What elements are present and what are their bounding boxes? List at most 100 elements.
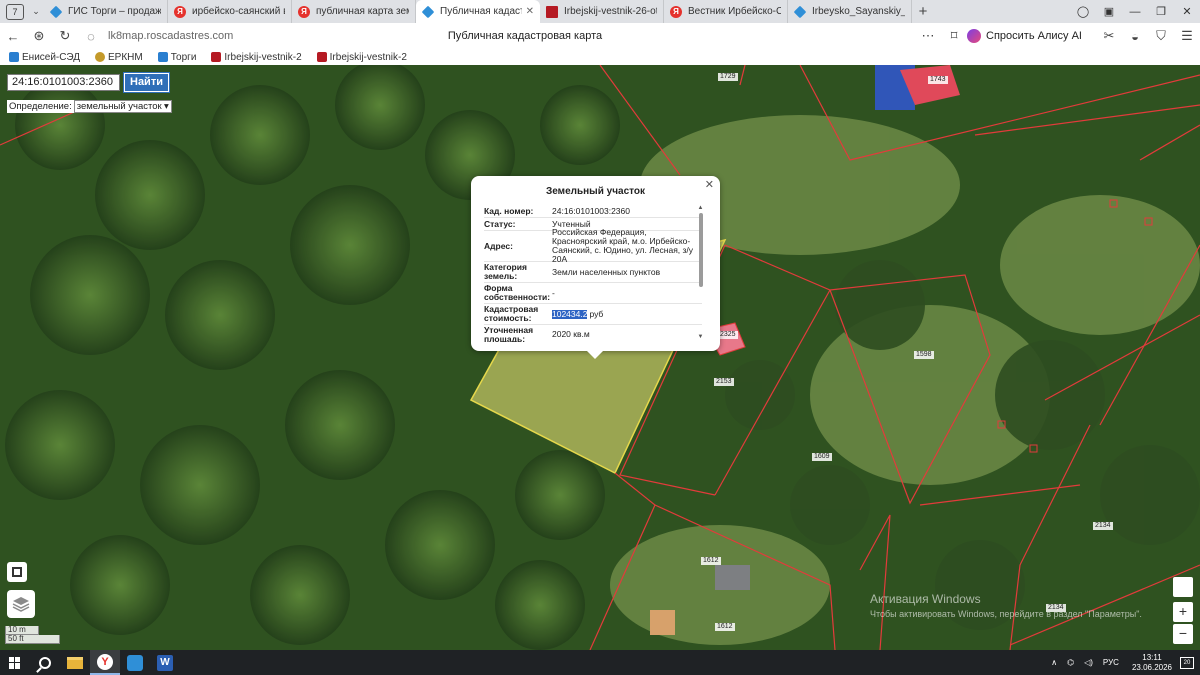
scale-bar: 10 m 50 ft (5, 626, 60, 644)
scroll-up-icon[interactable]: ▲ (697, 205, 704, 213)
browser-tab[interactable]: Irbejskij-vestnik-26-ot-26.0 (540, 0, 664, 23)
reload-icon[interactable]: ↻ (52, 28, 78, 44)
enisey-icon (9, 52, 19, 62)
scroll-down-icon[interactable]: ▼ (697, 334, 704, 342)
select-area-button[interactable] (7, 562, 27, 582)
zoom-in-button[interactable]: + (1173, 602, 1193, 622)
definition-label: Определение: (9, 101, 72, 112)
notifications-button[interactable]: 20 (1180, 656, 1194, 669)
bookmark-label: Irbejskij-vestnik-2 (329, 51, 407, 63)
tab-label: Вестник Ирбейско-Саянс (688, 6, 781, 17)
browser-tab[interactable]: Вестник Ирбейско-Саянс (664, 0, 788, 23)
new-tab-button[interactable]: + (912, 3, 934, 20)
browser-tab[interactable]: ГИС Торги – продажи гос (44, 0, 168, 23)
window-controls: ◯ ▣ — ❐ ✕ (1070, 0, 1200, 23)
close-window-button[interactable]: ✕ (1174, 5, 1200, 18)
explorer-button[interactable] (60, 650, 90, 675)
search-button[interactable] (30, 650, 60, 675)
info-key: Адрес: (484, 240, 513, 251)
bookmark-label: Торги (170, 51, 197, 63)
bookmark-label: ЕРКНМ (108, 51, 143, 63)
info-value: Российская Федерация, Красноярский край,… (552, 227, 694, 264)
parcel-info-popup: ✕ Земельный участок Кад. номер: 24:16:01… (471, 176, 720, 359)
tab-label: Irbejskij-vestnik-26-ot-26.0 (564, 6, 657, 17)
bookmark-label: Енисей-СЭД (22, 51, 80, 63)
more-icon[interactable]: ⋯ (915, 28, 941, 44)
shield-icon[interactable]: ⛉ (1148, 28, 1174, 44)
bookmark-icon[interactable]: ⌑ (941, 28, 967, 44)
minimize-button[interactable]: — (1122, 6, 1148, 18)
maximize-button[interactable]: ❐ (1148, 5, 1174, 18)
menu-icon[interactable]: ☰ (1174, 28, 1200, 44)
tab-count-button[interactable]: 7 (6, 3, 24, 20)
info-row: Уточненная площадь: 2020 кв.м (484, 325, 702, 342)
start-button[interactable] (0, 650, 30, 675)
torgi-icon (157, 52, 168, 62)
url-field[interactable]: lk8map.roscadastres.com (108, 30, 308, 42)
browser-tab[interactable]: ирбейско-саянский вест (168, 0, 292, 23)
info-key: Форма собственности: (484, 283, 551, 302)
tab-label: Irbeysko_Sayanskiy_vestn (812, 6, 905, 17)
browser-tab[interactable]: Irbeysko_Sayanskiy_vestn (788, 0, 912, 23)
layers-button[interactable] (7, 590, 35, 618)
cadastral-search-input[interactable]: 24:16:0101003:2360 (7, 74, 120, 91)
find-button[interactable]: Найти (124, 73, 169, 92)
yandex-logo-icon[interactable]: ⊛ (26, 28, 52, 44)
network-icon[interactable]: ⌬ (1067, 658, 1074, 667)
security-icon[interactable]: ◌ (78, 29, 104, 44)
volume-icon[interactable]: ◁) (1084, 658, 1093, 667)
plot-label: 2153 (714, 378, 734, 386)
tab-label: ГИС Торги – продажи гос (68, 6, 161, 17)
tab-bar: 7 ⌄ ГИС Торги – продажи гос ирбейско-сая… (0, 0, 1200, 23)
browser-tab-active[interactable]: Публичная кадастрова ✕ (416, 0, 540, 23)
bookmark-item[interactable]: Торги (157, 51, 197, 63)
cadastral-value-selected[interactable]: 102434.2 (552, 309, 588, 319)
plot-label: 2134 (1093, 522, 1113, 530)
word-button[interactable]: W (150, 650, 180, 675)
bookmark-item[interactable]: Енисей-СЭД (9, 52, 80, 63)
info-key: Уточненная площадь: (484, 324, 534, 342)
browser-tab[interactable]: публичная карта земел (292, 0, 416, 23)
plot-label: 1729 (718, 73, 738, 81)
extensions-icon[interactable]: ✂ (1096, 28, 1122, 44)
close-tab-icon[interactable]: ✕ (526, 6, 534, 17)
yandex-browser-icon: Y (97, 653, 113, 670)
popup-title: Земельный участок (545, 186, 646, 197)
scrollbar-thumb[interactable] (698, 213, 703, 287)
bookmark-item[interactable]: Irbejskij-vestnik-2 (211, 52, 302, 63)
info-value: - (552, 287, 555, 298)
system-tray: ∧ ⌬ ◁) РУС 13:11 23.06.2026 20 (1046, 650, 1200, 675)
back-icon[interactable]: ← (0, 29, 26, 44)
address-bar: ← ⊛ ↻ ◌ lk8map.roscadastres.com Публична… (0, 23, 1200, 49)
alice-button[interactable]: Спросить Алису AI (967, 29, 1082, 43)
plot-label: 1612 (715, 623, 735, 631)
language-indicator[interactable]: РУС (1103, 658, 1119, 667)
downloads-icon[interactable]: ◒ (1122, 29, 1148, 44)
app-button[interactable] (120, 650, 150, 675)
profile-icon[interactable]: ◯ (1070, 5, 1096, 18)
plot-label: 2325 (718, 331, 738, 339)
document-icon (316, 52, 327, 62)
bookmark-manager-icon[interactable]: ▣ (1096, 5, 1122, 18)
chevron-down-icon[interactable]: ⌄ (28, 6, 44, 17)
yandex-icon (174, 5, 186, 18)
word-icon: W (157, 654, 173, 671)
bookmark-item[interactable]: Irbejskij-vestnik-2 (316, 51, 407, 63)
fullscreen-button[interactable] (1173, 577, 1193, 597)
windows-activation-watermark: Активация Windows Чтобы активировать Win… (870, 592, 1142, 619)
popup-scrollbar[interactable]: ▲ ▼ (697, 205, 704, 342)
info-value[interactable]: 102434.2 руб (552, 306, 702, 322)
tab-label: публичная карта земел (316, 6, 409, 17)
map-canvas[interactable]: 1729 1743 2325 2153 1598 1609 1612 1612 … (0, 65, 1200, 650)
bookmark-item[interactable]: ЕРКНМ (95, 52, 143, 63)
info-value: 24:16:0101003:2360 (552, 205, 630, 216)
clock[interactable]: 13:11 23.06.2026 (1132, 653, 1172, 673)
search-icon (39, 656, 51, 669)
zoom-out-button[interactable]: − (1173, 624, 1193, 644)
definition-select[interactable]: земельный участок ▾ (73, 100, 172, 113)
yandex-icon (670, 5, 682, 18)
definition-row: Определение: земельный участок ▾ (7, 100, 172, 113)
chevron-up-icon[interactable]: ∧ (1051, 658, 1057, 667)
yandex-browser-button[interactable]: Y (90, 650, 120, 675)
plot-label: 1598 (914, 351, 934, 359)
